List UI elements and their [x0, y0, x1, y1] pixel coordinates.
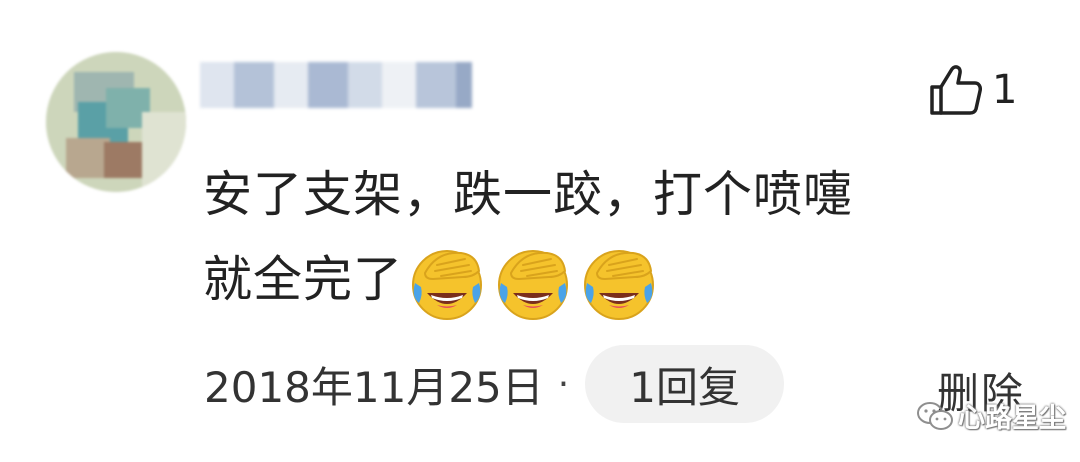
wechat-icon: [917, 401, 953, 430]
reply-label: 1回复: [629, 362, 740, 412]
emoji-row: [407, 243, 659, 323]
comment-date: 2018年11月25日: [204, 362, 544, 412]
meta-separator: ·: [557, 363, 570, 405]
thumbs-up-icon: [928, 63, 982, 117]
comment-line-2: 就全完了: [203, 237, 1033, 322]
like-button[interactable]: 1: [928, 60, 1017, 120]
facepalm-cry-emoji: [412, 249, 483, 320]
comment-line-1: 安了支架，跌一跤，打个喷嚏: [203, 166, 854, 223]
username-blurred[interactable]: [200, 62, 472, 108]
facepalm-cry-emoji: [584, 249, 655, 320]
comment-line-2-text: 就全完了: [203, 251, 404, 308]
facepalm-cry-emoji: [498, 249, 569, 320]
watermark: 心路星尘: [916, 396, 1066, 435]
avatar[interactable]: [46, 52, 186, 192]
reply-button[interactable]: 1回复: [585, 345, 784, 423]
like-count: 1: [992, 67, 1018, 113]
watermark-text: 心路星尘: [958, 403, 1066, 434]
comment-meta: 2018年11月25日 · 1回复: [204, 344, 784, 424]
comment-text: 安了支架，跌一跤，打个喷嚏 就全完了: [203, 152, 1033, 322]
